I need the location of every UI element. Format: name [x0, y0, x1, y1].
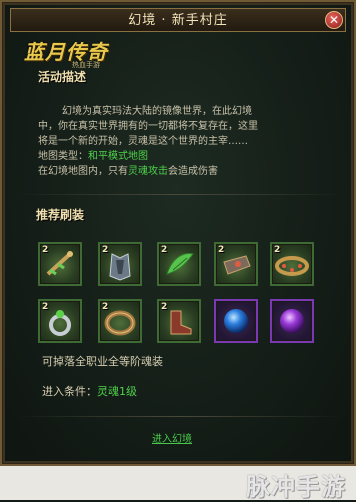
- equip-slot-wing[interactable]: 2: [157, 242, 201, 286]
- harm-highlight: 灵魂攻击: [128, 166, 168, 177]
- map-type-value: 和平模式地图: [88, 151, 148, 162]
- desc-line-1: 幻境为真实玛法大陆的镜像世界，在此幻境: [62, 106, 252, 117]
- map-type-line: 地图类型：和平模式地图: [38, 149, 326, 164]
- equip-slot-bracer[interactable]: 2: [214, 242, 258, 286]
- divider: [16, 194, 344, 195]
- close-icon[interactable]: ✕: [325, 11, 343, 29]
- item-level-badge: 2: [102, 245, 109, 255]
- item-level-badge: 2: [161, 245, 168, 255]
- entry-condition-value: 灵魂1级: [97, 385, 137, 398]
- desc-line-3: 将是一个新的开始，灵魂是这个世界的主宰……: [38, 136, 248, 147]
- harm-rule-line: 在幻境地图内，只有灵魂攻击会造成伤害: [38, 164, 326, 179]
- map-type-label: 地图类型：: [38, 151, 88, 162]
- equip-slot-boots[interactable]: 2: [157, 299, 201, 343]
- equip-slot-armor[interactable]: 2: [98, 242, 142, 286]
- blue-orb-icon: [224, 309, 248, 333]
- item-level-badge: 2: [274, 245, 281, 255]
- equip-slot-purple-orb[interactable]: [270, 299, 314, 343]
- window-title: 幻境 · 新手村庄: [128, 13, 228, 28]
- recommend-heading: 推荐刷装: [36, 208, 85, 222]
- item-level-badge: 2: [218, 245, 225, 255]
- equip-slot-blue-orb[interactable]: [214, 299, 258, 343]
- enter-dungeon-link[interactable]: 进入幻境: [152, 430, 192, 445]
- purple-orb-icon: [280, 309, 304, 333]
- entry-condition: 进入条件：灵魂1级: [42, 383, 137, 399]
- harm-prefix: 在幻境地图内，只有: [38, 166, 128, 177]
- watermark-text: 脉冲手游: [246, 473, 346, 501]
- equip-slot-ring[interactable]: 2: [38, 299, 82, 343]
- dungeon-info-panel: 幻境 · 新手村庄 ✕ 蓝月传奇 热血手游 活动描述 幻境为真实玛法大陆的镜像世…: [0, 0, 356, 466]
- title-bar[interactable]: 幻境 · 新手村庄 ✕: [10, 8, 346, 32]
- desc-line-2: 中，你在真实世界拥有的一切都将不复存在，这里: [38, 121, 258, 132]
- item-level-badge: 2: [161, 302, 168, 312]
- equip-slot-bracelet[interactable]: 2: [98, 299, 142, 343]
- item-level-badge: 2: [102, 302, 109, 312]
- divider: [16, 416, 344, 417]
- item-level-badge: 2: [42, 302, 49, 312]
- harm-suffix: 会造成伤害: [168, 166, 218, 177]
- activity-heading: 活动描述: [38, 70, 87, 84]
- equip-slot-belt[interactable]: 2: [270, 242, 314, 286]
- equip-slot-necklace[interactable]: 2: [38, 242, 82, 286]
- activity-description: 幻境为真实玛法大陆的镜像世界，在此幻境 中，你在真实世界拥有的一切都将不复存在，…: [38, 104, 326, 179]
- drop-description: 可掉落全职业全等阶魂装: [42, 355, 163, 368]
- entry-condition-label: 进入条件：: [42, 385, 97, 398]
- item-level-badge: 2: [42, 245, 49, 255]
- game-logo: 蓝月传奇 热血手游: [24, 36, 112, 70]
